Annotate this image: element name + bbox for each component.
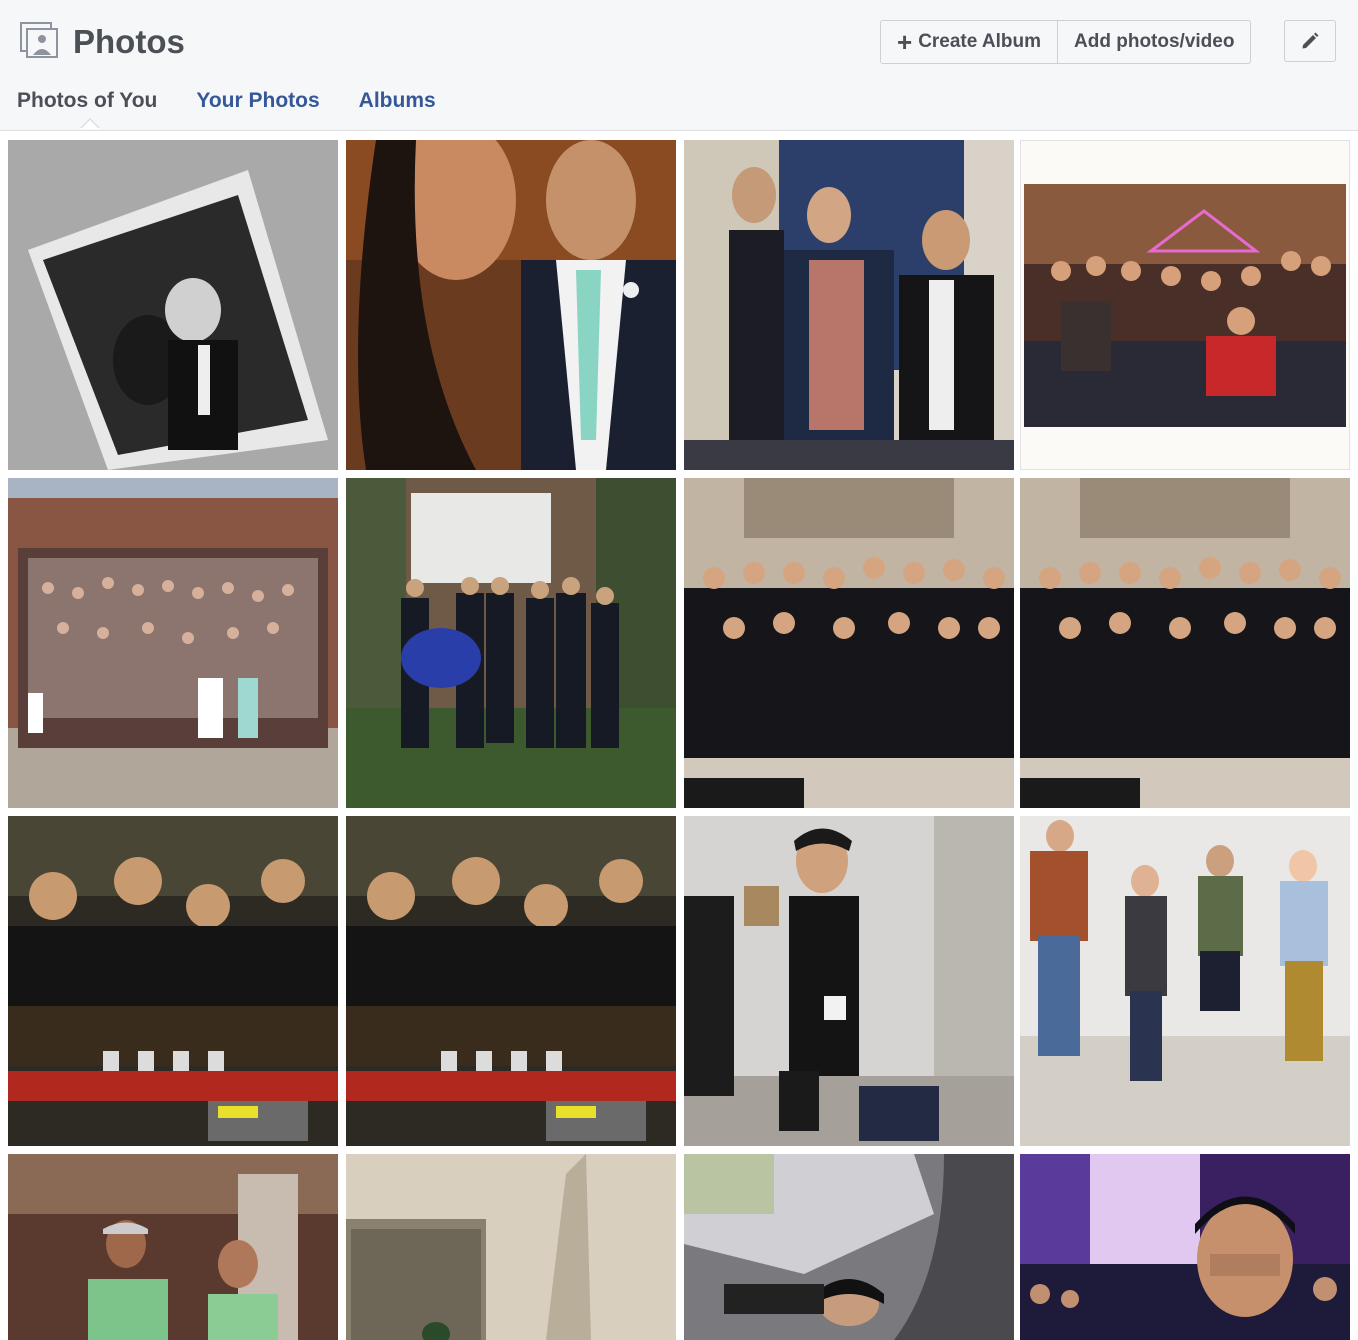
- add-photos-label: Add photos/video: [1074, 31, 1235, 52]
- photo-tile[interactable]: [684, 816, 1014, 1146]
- create-album-label: Create Album: [918, 31, 1042, 52]
- header-button-group: + Create Album Add photos/video: [880, 20, 1252, 64]
- photo-tile[interactable]: [684, 140, 1014, 470]
- photo-tile[interactable]: [1020, 816, 1350, 1146]
- photo-tile[interactable]: [346, 1154, 676, 1340]
- photo-team-stage-1: [684, 478, 1014, 808]
- tab-photos-of-you[interactable]: Photos of You: [17, 86, 157, 129]
- add-photos-button[interactable]: Add photos/video: [1057, 21, 1250, 63]
- photo-jumping-group: [1020, 816, 1350, 1146]
- photo-tile[interactable]: [346, 140, 676, 470]
- page-title: Photos: [73, 23, 185, 60]
- tab-your-photos[interactable]: Your Photos: [196, 86, 319, 116]
- photo-hallway-boy: [684, 816, 1014, 1146]
- photo-tabs: Photos of You Your Photos Albums: [17, 86, 475, 129]
- photo-tile[interactable]: [346, 816, 676, 1146]
- photo-tile[interactable]: [8, 816, 338, 1146]
- tab-albums[interactable]: Albums: [359, 86, 436, 116]
- photo-tile[interactable]: [8, 1154, 338, 1340]
- photos-header: Photos + Create Album Add photos/video P…: [0, 0, 1358, 131]
- photo-tile[interactable]: [8, 478, 338, 808]
- photo-prom-selfie: [346, 140, 676, 470]
- photo-tile[interactable]: [1020, 478, 1350, 808]
- photo-tile[interactable]: [1020, 1154, 1350, 1340]
- photo-purple-party: [1020, 1154, 1350, 1340]
- photo-tile[interactable]: [684, 1154, 1014, 1340]
- photo-wedding-crowd: [8, 478, 338, 808]
- photo-car-seat: [684, 1154, 1014, 1340]
- photo-group-suits-event: [684, 140, 1014, 470]
- create-album-button[interactable]: + Create Album: [881, 21, 1057, 63]
- photo-tile[interactable]: [346, 478, 676, 808]
- plus-icon: +: [897, 27, 913, 57]
- edit-button[interactable]: [1284, 20, 1336, 62]
- photo-team-stage-2: [1020, 478, 1350, 808]
- photo-bar-group-2: [346, 816, 676, 1146]
- photo-bw-prom-polaroid: [8, 140, 338, 470]
- photos-icon: [20, 22, 58, 58]
- photo-bar-group-1: [8, 816, 338, 1146]
- photo-tile[interactable]: [1020, 140, 1350, 470]
- photo-tile[interactable]: [684, 478, 1014, 808]
- photo-garden-suits: [346, 478, 676, 808]
- photo-holiday-dinner: [1024, 184, 1346, 427]
- photo-tile[interactable]: [8, 140, 338, 470]
- pencil-icon: [1302, 32, 1319, 49]
- photo-room-corner: [346, 1154, 676, 1340]
- photo-grid: [0, 131, 1358, 1340]
- photo-restaurant-pair: [8, 1154, 338, 1340]
